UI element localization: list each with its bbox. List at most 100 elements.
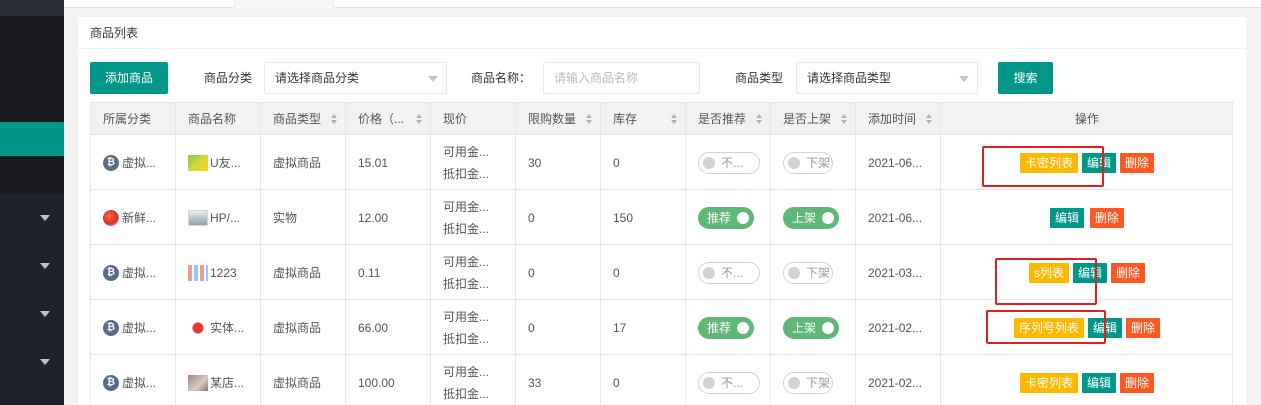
- edit-button[interactable]: 编辑: [1049, 207, 1084, 228]
- sort-icon[interactable]: [331, 114, 337, 124]
- sort-icon[interactable]: [841, 114, 847, 124]
- cell-on-shelf: 下架: [771, 245, 856, 300]
- column-header-actions: 操作: [1074, 112, 1099, 126]
- cell-type: 虚拟商品: [261, 245, 346, 300]
- cell-price: 0.11: [346, 245, 431, 300]
- column-header-type[interactable]: 商品类型: [261, 103, 346, 135]
- sidebar-item[interactable]: [0, 156, 64, 194]
- cell-type: 虚拟商品: [261, 135, 346, 190]
- cell-limit: 33: [516, 355, 601, 405]
- recommend-toggle[interactable]: 不...: [698, 151, 760, 174]
- column-header-on-shelf[interactable]: 是否上架: [771, 103, 856, 135]
- product-list-card: 商品列表 添加商品 商品分类 请选择商品分类 商品名称： 请输入商品名称 商品类…: [78, 17, 1246, 405]
- delete-button[interactable]: 删除: [1111, 262, 1146, 283]
- sidebar-expand-caret-icon[interactable]: [40, 359, 50, 365]
- product-table: 所属分类 商品名称 商品类型 价格（... 现价 限购数量 库存 是否推荐 是否…: [90, 102, 1233, 405]
- cell-actions: 序列号列表 编辑 删除: [941, 300, 1233, 355]
- product-name-label: 商品名称：: [471, 71, 532, 85]
- cell-recommend: 不...: [686, 355, 771, 405]
- column-header-stock[interactable]: 库存: [601, 103, 686, 135]
- category-select[interactable]: 请选择商品分类: [264, 62, 447, 94]
- category-label: 商品分类: [204, 71, 253, 85]
- sidebar-item-active[interactable]: [0, 122, 64, 156]
- product-thumbnail: [188, 264, 208, 281]
- toggle-knob: [822, 211, 834, 224]
- product-thumbnail: [188, 209, 208, 226]
- cell-price: 15.01: [346, 135, 431, 190]
- card-key-list-button[interactable]: 卡密列表: [1019, 372, 1078, 393]
- edit-button[interactable]: 编辑: [1072, 262, 1107, 283]
- delete-button[interactable]: 删除: [1120, 152, 1155, 173]
- add-product-button[interactable]: 添加商品: [90, 62, 168, 94]
- product-name-input[interactable]: 请输入商品名称: [543, 62, 700, 94]
- table-row: 新鲜... HP/... 实物 12.00 可用金... 抵扣金... 0 150…: [91, 190, 1232, 245]
- on-shelf-toggle[interactable]: 下架: [783, 371, 833, 394]
- cell-category: ₿ 虚拟...: [91, 355, 176, 405]
- product-type-select[interactable]: 请选择商品类型: [796, 62, 978, 94]
- on-shelf-toggle[interactable]: 上架: [783, 316, 839, 339]
- cell-added-time: 2021-06...: [856, 135, 941, 190]
- cell-limit: 0: [516, 245, 601, 300]
- search-button[interactable]: 搜索: [998, 62, 1053, 94]
- cell-category: 新鲜...: [91, 190, 176, 245]
- toggle-knob: [737, 321, 749, 334]
- cell-name: 某店...: [176, 355, 261, 405]
- card-key-list-button[interactable]: 卡密列表: [1019, 152, 1078, 173]
- tab[interactable]: [234, 0, 334, 8]
- cell-on-shelf: 下架: [771, 135, 856, 190]
- product-type-select-value: 请选择商品类型: [807, 71, 892, 85]
- recommend-toggle[interactable]: 推荐: [698, 316, 754, 339]
- cell-recommend: 不...: [686, 135, 771, 190]
- toggle-knob: [788, 376, 800, 389]
- cell-type: 实物: [261, 190, 346, 245]
- sort-icon[interactable]: [671, 114, 677, 124]
- sort-icon[interactable]: [926, 114, 932, 124]
- table-row: ₿ 虚拟... 实体... 虚拟商品 66.00 可用金... 抵扣金... 0 1…: [91, 300, 1232, 355]
- cell-name: 1223: [176, 245, 261, 300]
- cell-recommend: 不...: [686, 245, 771, 300]
- cell-added-time: 2021-06...: [856, 190, 941, 245]
- cell-category: ₿ 虚拟...: [91, 245, 176, 300]
- recommend-toggle[interactable]: 不...: [698, 371, 760, 394]
- on-shelf-toggle[interactable]: 下架: [783, 151, 833, 174]
- column-header-name: 商品名称: [176, 103, 261, 135]
- cell-type: 虚拟商品: [261, 300, 346, 355]
- sort-icon[interactable]: [586, 114, 592, 124]
- edit-button[interactable]: 编辑: [1081, 372, 1116, 393]
- sort-icon[interactable]: [756, 114, 762, 124]
- cell-name: 实体...: [176, 300, 261, 355]
- s-list-button[interactable]: s列表: [1028, 262, 1069, 283]
- sidebar-expand-caret-icon[interactable]: [40, 311, 50, 317]
- recommend-toggle[interactable]: 推荐: [698, 206, 754, 229]
- on-shelf-toggle[interactable]: 下架: [783, 261, 833, 284]
- edit-button[interactable]: 编辑: [1087, 317, 1122, 338]
- recommend-toggle[interactable]: 不...: [698, 261, 760, 284]
- cell-on-shelf: 上架: [771, 190, 856, 245]
- cell-category: ₿ 虚拟...: [91, 135, 176, 190]
- column-header-limit[interactable]: 限购数量: [516, 103, 601, 135]
- delete-button[interactable]: 删除: [1120, 372, 1155, 393]
- sort-icon[interactable]: [416, 114, 422, 124]
- cell-price: 66.00: [346, 300, 431, 355]
- cell-price: 100.00: [346, 355, 431, 405]
- cell-stock: 17: [601, 300, 686, 355]
- cell-added-time: 2021-03...: [856, 245, 941, 300]
- product-thumbnail: [188, 374, 208, 391]
- product-type-label: 商品类型: [735, 71, 784, 85]
- cell-current-price: 可用金... 抵扣金...: [431, 190, 516, 245]
- toggle-knob: [788, 156, 800, 169]
- cell-actions: s列表 编辑 删除: [941, 245, 1233, 300]
- column-header-price[interactable]: 价格（...: [346, 103, 431, 135]
- product-thumbnail: [188, 319, 208, 336]
- sidebar-expand-caret-icon[interactable]: [40, 263, 50, 269]
- tab-bar: [64, 0, 1261, 8]
- edit-button[interactable]: 编辑: [1081, 152, 1116, 173]
- delete-button[interactable]: 删除: [1090, 207, 1125, 228]
- on-shelf-toggle[interactable]: 上架: [783, 206, 839, 229]
- column-header-recommend[interactable]: 是否推荐: [686, 103, 771, 135]
- sidebar-expand-caret-icon[interactable]: [40, 215, 50, 221]
- serial-number-list-button[interactable]: 序列号列表: [1013, 317, 1084, 338]
- bitcoin-icon: ₿: [103, 319, 119, 336]
- column-header-added-time[interactable]: 添加时间: [856, 103, 941, 135]
- delete-button[interactable]: 删除: [1126, 317, 1161, 338]
